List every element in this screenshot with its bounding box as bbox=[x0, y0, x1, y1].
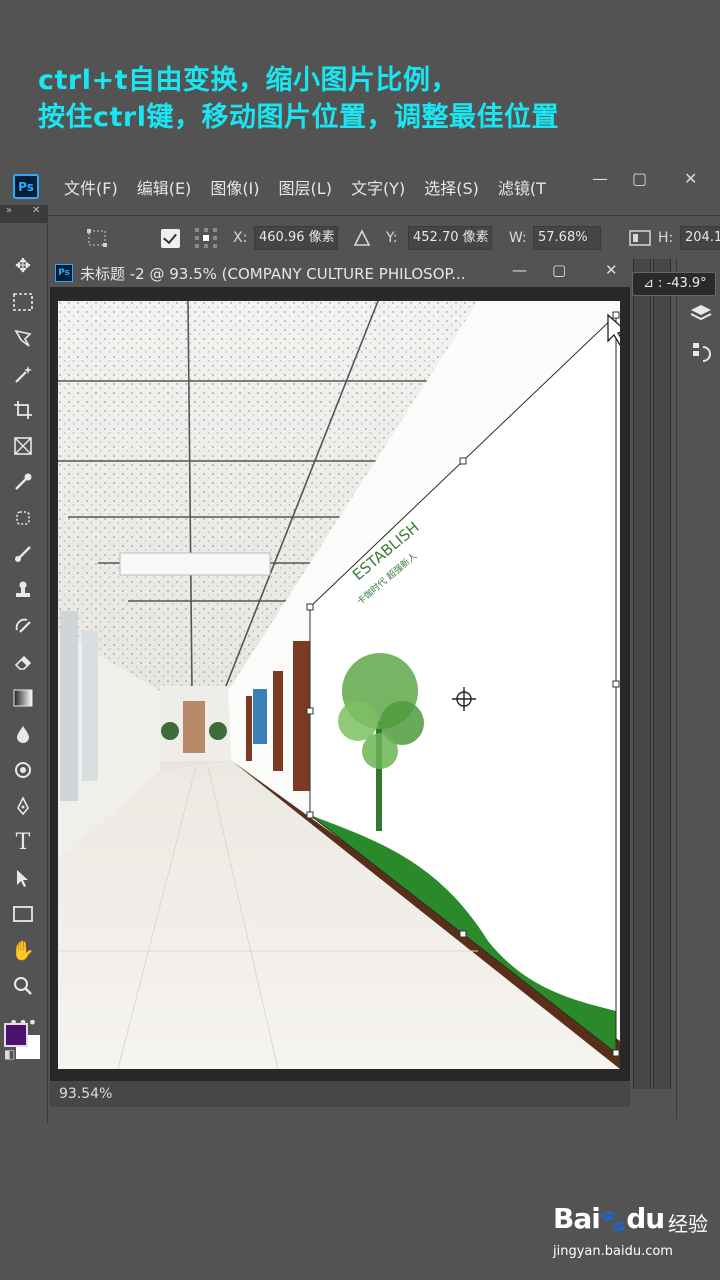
document-title: 未标题 -2 @ 93.5% (COMPANY CULTURE PHILOSOP… bbox=[80, 265, 466, 283]
x-field[interactable]: 460.96 像素 bbox=[254, 226, 338, 250]
pen-icon[interactable] bbox=[8, 791, 38, 821]
y-label: Y: bbox=[386, 230, 398, 246]
doc-close-button[interactable]: ✕ bbox=[605, 261, 618, 279]
minimize-button[interactable]: — bbox=[592, 169, 608, 188]
h-field[interactable]: 204.1 bbox=[680, 226, 720, 250]
crop-icon[interactable] bbox=[8, 395, 38, 425]
panel-scrollbar-2[interactable] bbox=[653, 259, 671, 1089]
close-window-button[interactable]: ✕ bbox=[684, 169, 697, 188]
history-icon[interactable] bbox=[691, 341, 713, 369]
baidu-watermark: Bai🐾du 经验 jingyan.baidu.com bbox=[553, 1202, 713, 1262]
layers-icon[interactable] bbox=[689, 303, 713, 329]
menu-bar: Ps 文件(F) 编辑(E) 图像(I) 图层(L) 文字(Y) 选择(S) 滤… bbox=[0, 163, 720, 211]
eraser-icon[interactable] bbox=[8, 647, 38, 677]
menu-layer[interactable]: 图层(L) bbox=[279, 175, 332, 199]
corridor-image: ESTABLISH 卡伽时代 超强新人 bbox=[58, 301, 620, 1069]
screenshot: ctrl+t自由变换，缩小图片比例， 按住ctrl键，移动图片位置，调整最佳位置… bbox=[0, 0, 720, 1280]
photoshop-window: Ps 文件(F) 编辑(E) 图像(I) 图层(L) 文字(Y) 选择(S) 滤… bbox=[0, 163, 720, 1123]
magic-wand-icon[interactable] bbox=[8, 359, 38, 389]
history-brush-icon[interactable] bbox=[8, 611, 38, 641]
marquee-icon[interactable] bbox=[8, 287, 38, 317]
blur-icon[interactable] bbox=[8, 719, 38, 749]
rectangle-icon[interactable] bbox=[8, 899, 38, 929]
zoom-level[interactable]: 93.54% bbox=[59, 1086, 112, 1102]
doc-minimize-button[interactable]: — bbox=[512, 261, 527, 279]
menu-file[interactable]: 文件(F) bbox=[64, 175, 118, 199]
healing-icon[interactable] bbox=[8, 503, 38, 533]
document-tab[interactable]: Ps 未标题 -2 @ 93.5% (COMPANY CULTURE PHILO… bbox=[50, 259, 630, 287]
reference-point-checkbox[interactable] bbox=[161, 229, 180, 248]
tools-panel-header: » ✕ bbox=[0, 205, 48, 223]
frame-icon[interactable] bbox=[8, 431, 38, 461]
options-bar: X: 460.96 像素 Y: 452.70 像素 W: 57.68% H: 2… bbox=[48, 215, 720, 259]
menu-select[interactable]: 选择(S) bbox=[424, 175, 479, 199]
w-field[interactable]: 57.68% bbox=[533, 226, 601, 250]
tools-panel: » ✕ ✥ T ✋ ••• ◧ ⇄ bbox=[0, 205, 48, 1123]
canvas-area[interactable]: ESTABLISH 卡伽时代 超强新人 bbox=[50, 287, 630, 1107]
brush-icon[interactable] bbox=[8, 539, 38, 569]
delta-icon[interactable] bbox=[353, 229, 371, 251]
menu-items: 文件(F) 编辑(E) 图像(I) 图层(L) 文字(Y) 选择(S) 滤镜(T bbox=[64, 163, 546, 211]
foreground-color-swatch[interactable] bbox=[4, 1023, 28, 1047]
type-icon[interactable]: T bbox=[8, 827, 38, 857]
rotation-angle-tooltip: ⊿ : -43.9° bbox=[632, 272, 716, 296]
caption-line-2: 按住ctrl键，移动图片位置，调整最佳位置 bbox=[38, 102, 559, 133]
menu-edit[interactable]: 编辑(E) bbox=[137, 175, 192, 199]
collapse-icon[interactable]: » bbox=[6, 205, 12, 216]
link-icon[interactable] bbox=[629, 229, 651, 251]
document-ps-icon: Ps bbox=[55, 264, 73, 282]
corridor-scene: ESTABLISH 卡伽时代 超强新人 bbox=[58, 301, 620, 1069]
baidu-url: jingyan.baidu.com bbox=[553, 1244, 673, 1259]
y-field[interactable]: 452.70 像素 bbox=[408, 226, 492, 250]
menu-filter[interactable]: 滤镜(T bbox=[498, 175, 546, 199]
move-icon[interactable]: ✥ bbox=[8, 251, 38, 281]
baidu-logo: Bai🐾du bbox=[553, 1202, 665, 1235]
doc-maximize-button[interactable]: ▢ bbox=[552, 261, 566, 279]
zoom-icon[interactable] bbox=[8, 971, 38, 1001]
maximize-button[interactable]: ▢ bbox=[632, 169, 647, 188]
eyedropper-icon[interactable] bbox=[8, 467, 38, 497]
hand-icon[interactable]: ✋ bbox=[8, 935, 38, 965]
panel-close-icon[interactable]: ✕ bbox=[32, 205, 40, 216]
h-label: H: bbox=[658, 230, 674, 246]
x-label: X: bbox=[233, 230, 248, 246]
dodge-icon[interactable] bbox=[8, 755, 38, 785]
baidu-product: 经验 bbox=[668, 1212, 708, 1236]
menu-type[interactable]: 文字(Y) bbox=[351, 175, 405, 199]
menu-image[interactable]: 图像(I) bbox=[210, 175, 259, 199]
tutorial-caption: ctrl+t自由变换，缩小图片比例， 按住ctrl键，移动图片位置，调整最佳位置 bbox=[38, 62, 708, 136]
path-select-icon[interactable] bbox=[8, 863, 38, 893]
photoshop-logo: Ps bbox=[13, 174, 39, 199]
stamp-icon[interactable] bbox=[8, 575, 38, 605]
panel-scrollbar[interactable] bbox=[633, 259, 651, 1089]
w-label: W: bbox=[509, 230, 527, 246]
lasso-icon[interactable] bbox=[8, 323, 38, 353]
caption-line-1: ctrl+t自由变换，缩小图片比例， bbox=[38, 65, 459, 96]
right-panel-dock bbox=[676, 259, 720, 1119]
transform-preset-icon[interactable] bbox=[86, 228, 108, 252]
reference-point-icon[interactable] bbox=[194, 227, 218, 253]
gradient-icon[interactable] bbox=[8, 683, 38, 713]
status-bar: 93.54% bbox=[50, 1081, 630, 1107]
